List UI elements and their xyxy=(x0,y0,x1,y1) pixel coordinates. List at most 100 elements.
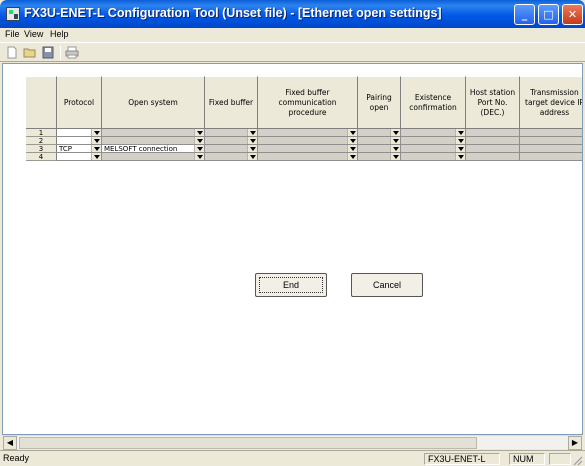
dropdown-arrow-icon[interactable] xyxy=(247,137,257,144)
new-file-icon[interactable] xyxy=(5,46,19,59)
toolbar xyxy=(0,42,585,62)
dropdown-arrow-icon[interactable] xyxy=(91,145,101,152)
cancel-button[interactable]: Cancel xyxy=(351,273,423,297)
dropdown-arrow-icon[interactable] xyxy=(347,137,357,144)
dropdown-arrow-icon[interactable] xyxy=(247,145,257,152)
title-bar: FX3U-ENET-L Configuration Tool (Unset fi… xyxy=(0,0,585,28)
protocol-value: TCP xyxy=(59,145,72,153)
settings-panel: Protocol Open system Fixed buffer Fixed … xyxy=(2,63,583,435)
fixed-buffer-procedure-select[interactable] xyxy=(258,129,358,137)
dropdown-arrow-icon[interactable] xyxy=(91,129,101,136)
header-open-system: Open system xyxy=(102,76,205,129)
host-port-field[interactable] xyxy=(466,153,520,161)
horizontal-scrollbar[interactable]: ◀ ▶ xyxy=(3,435,582,450)
host-port-field[interactable] xyxy=(466,129,520,137)
dropdown-arrow-icon[interactable] xyxy=(347,153,357,160)
maximize-button[interactable]: □ xyxy=(538,4,559,25)
open-system-select[interactable] xyxy=(102,129,205,137)
target-ip-field[interactable] xyxy=(520,129,582,137)
open-system-select[interactable] xyxy=(102,137,205,145)
fixed-buffer-procedure-select[interactable] xyxy=(258,145,358,153)
header-fixed-buffer: Fixed buffer xyxy=(205,76,258,129)
fixed-buffer-select[interactable] xyxy=(205,129,258,137)
target-ip-field[interactable] xyxy=(520,145,582,153)
dropdown-arrow-icon[interactable] xyxy=(390,153,400,160)
dropdown-arrow-icon[interactable] xyxy=(194,137,204,144)
status-num: NUM xyxy=(509,453,545,465)
menu-file[interactable]: File xyxy=(5,29,20,39)
dropdown-arrow-icon[interactable] xyxy=(347,145,357,152)
header-existence-confirmation: Existence confirmation xyxy=(401,76,466,129)
host-port-field[interactable] xyxy=(466,145,520,153)
menu-view[interactable]: View xyxy=(24,29,43,39)
open-system-select[interactable] xyxy=(102,153,205,161)
status-text: Ready xyxy=(3,453,30,463)
resize-grip-icon[interactable] xyxy=(571,454,583,466)
row-number: 1 xyxy=(26,129,57,137)
dropdown-arrow-icon[interactable] xyxy=(91,137,101,144)
dropdown-arrow-icon[interactable] xyxy=(194,145,204,152)
existence-confirmation-select[interactable] xyxy=(401,129,466,137)
close-button[interactable]: ✕ xyxy=(562,4,583,25)
dropdown-arrow-icon[interactable] xyxy=(390,145,400,152)
target-ip-field[interactable] xyxy=(520,153,582,161)
print-icon[interactable] xyxy=(65,46,79,59)
menu-help[interactable]: Help xyxy=(50,29,69,39)
dropdown-arrow-icon[interactable] xyxy=(247,129,257,136)
target-ip-field[interactable] xyxy=(520,137,582,145)
row-number: 2 xyxy=(26,137,57,145)
dropdown-arrow-icon[interactable] xyxy=(247,153,257,160)
window-title: FX3U-ENET-L Configuration Tool (Unset fi… xyxy=(24,6,442,20)
app-icon xyxy=(6,7,20,21)
existence-confirmation-select[interactable] xyxy=(401,145,466,153)
protocol-select[interactable]: TCP xyxy=(57,145,102,153)
header-pairing-open: Pairing open xyxy=(358,76,401,129)
dropdown-arrow-icon[interactable] xyxy=(390,137,400,144)
open-system-value: MELSOFT connection xyxy=(104,145,178,153)
dropdown-arrow-icon[interactable] xyxy=(455,129,465,136)
end-button[interactable]: End xyxy=(255,273,327,297)
pairing-open-select[interactable] xyxy=(358,129,401,137)
toolbar-separator xyxy=(60,46,61,60)
pairing-open-select[interactable] xyxy=(358,137,401,145)
fixed-buffer-select[interactable] xyxy=(205,137,258,145)
scrollbar-thumb[interactable] xyxy=(19,437,477,449)
pairing-open-select[interactable] xyxy=(358,153,401,161)
row-number: 3 xyxy=(26,145,57,153)
header-target-ip: Transmission target device IP address xyxy=(520,76,582,129)
dropdown-arrow-icon[interactable] xyxy=(91,153,101,160)
scroll-left-icon[interactable]: ◀ xyxy=(3,436,17,450)
host-port-field[interactable] xyxy=(466,137,520,145)
dropdown-arrow-icon[interactable] xyxy=(455,137,465,144)
protocol-select[interactable] xyxy=(57,137,102,145)
open-system-select[interactable]: MELSOFT connection xyxy=(102,145,205,153)
existence-confirmation-select[interactable] xyxy=(401,153,466,161)
dropdown-arrow-icon[interactable] xyxy=(194,153,204,160)
header-host-port: Host station Port No. (DEC.) xyxy=(466,76,520,129)
open-folder-icon[interactable] xyxy=(23,46,37,59)
status-empty-pane xyxy=(549,453,571,465)
save-icon[interactable] xyxy=(41,46,55,59)
header-protocol: Protocol xyxy=(57,76,102,129)
fixed-buffer-procedure-select[interactable] xyxy=(258,137,358,145)
corner-header xyxy=(26,76,57,129)
protocol-select[interactable] xyxy=(57,153,102,161)
header-fixed-buffer-procedure: Fixed buffer communication procedure xyxy=(258,76,358,129)
minimize-button[interactable]: _ xyxy=(514,4,535,25)
pairing-open-select[interactable] xyxy=(358,145,401,153)
menu-bar: File View Help xyxy=(0,28,585,42)
protocol-select[interactable] xyxy=(57,129,102,137)
scroll-right-icon[interactable]: ▶ xyxy=(568,436,582,450)
dropdown-arrow-icon[interactable] xyxy=(194,129,204,136)
fixed-buffer-select[interactable] xyxy=(205,145,258,153)
dropdown-arrow-icon[interactable] xyxy=(347,129,357,136)
fixed-buffer-select[interactable] xyxy=(205,153,258,161)
dropdown-arrow-icon[interactable] xyxy=(455,145,465,152)
status-module: FX3U-ENET-L xyxy=(424,453,500,465)
dropdown-arrow-icon[interactable] xyxy=(390,129,400,136)
fixed-buffer-procedure-select[interactable] xyxy=(258,153,358,161)
existence-confirmation-select[interactable] xyxy=(401,137,466,145)
dropdown-arrow-icon[interactable] xyxy=(455,153,465,160)
row-number: 4 xyxy=(26,153,57,161)
status-bar: Ready FX3U-ENET-L NUM xyxy=(0,450,585,466)
